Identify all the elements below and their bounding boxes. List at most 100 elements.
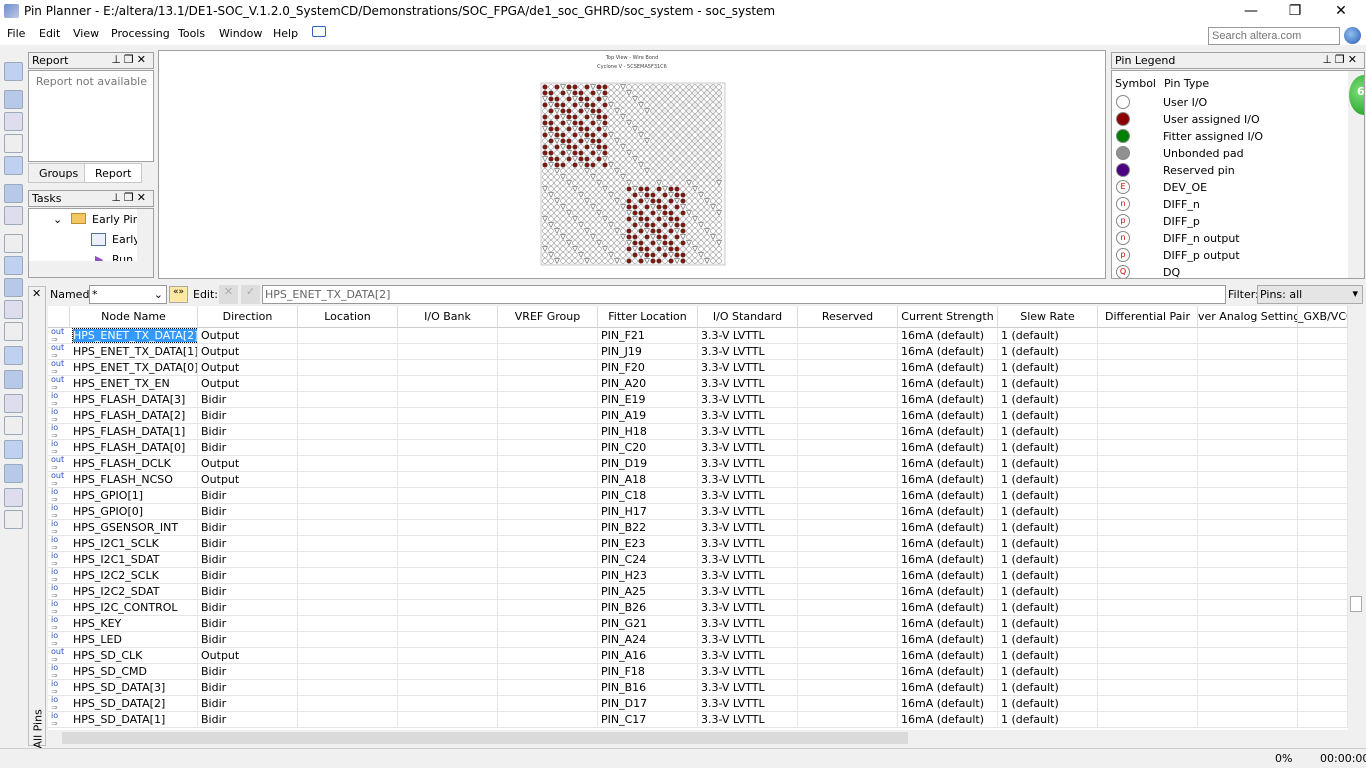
cell[interactable]: 16mA (default) — [898, 472, 998, 488]
cell[interactable] — [398, 424, 498, 440]
restore-button[interactable]: ❐ — [1272, 0, 1318, 23]
pin-mark[interactable] — [608, 108, 614, 114]
cell[interactable]: HPS_FLASH_DATA[0] — [70, 440, 198, 456]
toolbar-tool-icon[interactable] — [4, 440, 23, 459]
pin-mark[interactable] — [608, 198, 614, 204]
cell[interactable]: 3.3-V LVTTL — [698, 552, 798, 568]
cell[interactable] — [1098, 440, 1198, 456]
cell[interactable]: PIN_C24 — [598, 552, 698, 568]
pin-mark[interactable] — [674, 246, 680, 252]
pin-mark[interactable] — [704, 144, 710, 150]
pin-mark[interactable] — [596, 84, 602, 90]
cell[interactable]: PIN_J19 — [598, 344, 698, 360]
pin-mark[interactable] — [572, 108, 578, 114]
cell[interactable] — [1198, 344, 1298, 360]
cell[interactable] — [298, 536, 398, 552]
pin-mark[interactable] — [584, 246, 590, 252]
pin-mark[interactable] — [590, 222, 596, 228]
cell[interactable] — [298, 584, 398, 600]
pin-mark[interactable] — [668, 180, 674, 186]
pin-mark[interactable] — [584, 126, 590, 132]
cell[interactable] — [498, 328, 598, 344]
cell[interactable]: 1 (default) — [998, 616, 1098, 632]
pin-mark[interactable] — [656, 144, 662, 150]
pin-mark[interactable] — [668, 132, 674, 138]
pin-mark[interactable] — [602, 252, 608, 258]
cell[interactable]: Bidir — [198, 632, 298, 648]
pin-mark[interactable] — [584, 234, 590, 240]
cell[interactable] — [1098, 376, 1198, 392]
pin-mark[interactable] — [710, 126, 716, 132]
pin-mark[interactable] — [548, 108, 554, 114]
tasks-hscroll[interactable] — [29, 261, 153, 277]
pin-mark[interactable] — [632, 108, 638, 114]
pin-mark[interactable] — [692, 120, 698, 126]
pin-mark[interactable] — [650, 84, 656, 90]
cell[interactable] — [1198, 680, 1298, 696]
pin-mark[interactable] — [698, 84, 704, 90]
cell[interactable]: 16mA (default) — [898, 696, 998, 712]
toolbar-tool-icon[interactable] — [4, 62, 23, 81]
pin-mark[interactable] — [710, 108, 716, 114]
pin-mark[interactable] — [674, 234, 680, 240]
pin-mark[interactable] — [644, 186, 650, 192]
pin-mark[interactable] — [632, 210, 638, 216]
cell[interactable] — [398, 632, 498, 648]
pin-mark[interactable] — [620, 252, 626, 258]
pin-mark[interactable] — [560, 186, 566, 192]
pin-mark[interactable] — [686, 162, 692, 168]
pin-mark[interactable] — [620, 156, 626, 162]
cell[interactable] — [798, 552, 898, 568]
pin-mark[interactable] — [608, 174, 614, 180]
toolbar-tool-icon[interactable] — [4, 112, 23, 131]
pin-mark[interactable] — [638, 258, 644, 264]
panel-controls[interactable]: ⊥❐✕ — [111, 191, 149, 204]
pin-mark[interactable] — [686, 126, 692, 132]
cell[interactable] — [398, 472, 498, 488]
pin-mark[interactable] — [644, 162, 650, 168]
pin-mark[interactable] — [608, 156, 614, 162]
pin-mark[interactable] — [716, 246, 722, 252]
cell[interactable]: HPS_SD_DATA[1] — [70, 712, 198, 728]
pin-mark[interactable] — [608, 168, 614, 174]
pin-mark[interactable] — [572, 168, 578, 174]
cell[interactable] — [1298, 456, 1348, 472]
pin-mark[interactable] — [698, 96, 704, 102]
pin-mark[interactable] — [662, 240, 668, 246]
menu-file[interactable]: File — [7, 27, 25, 40]
cell[interactable]: PIN_B22 — [598, 520, 698, 536]
pin-mark[interactable] — [626, 192, 632, 198]
pin-mark[interactable] — [692, 84, 698, 90]
cell[interactable] — [1198, 520, 1298, 536]
pin-mark[interactable] — [710, 96, 716, 102]
pin-mark[interactable] — [614, 246, 620, 252]
pin-mark[interactable] — [620, 246, 626, 252]
pin-mark[interactable] — [692, 204, 698, 210]
pin-mark[interactable] — [548, 246, 554, 252]
pin-mark[interactable] — [620, 240, 626, 246]
cell[interactable] — [1298, 360, 1348, 376]
table-row[interactable]: io ⇒ HPS_GSENSOR_INT Bidir PIN_B22 3.3-V LVTT… — [48, 520, 1348, 536]
pin-mark[interactable] — [632, 192, 638, 198]
cell[interactable]: PIN_E19 — [598, 392, 698, 408]
table-row[interactable]: io ⇒ HPS_GPIO[0] Bidir PIN_H17 3.3-V LVTTL 16m… — [48, 504, 1348, 520]
pin-mark[interactable] — [554, 216, 560, 222]
cell[interactable] — [798, 344, 898, 360]
cell[interactable]: Bidir — [198, 552, 298, 568]
pin-mark[interactable] — [578, 210, 584, 216]
pin-mark[interactable] — [656, 108, 662, 114]
pin-mark[interactable] — [692, 138, 698, 144]
pin-mark[interactable] — [554, 126, 560, 132]
cell[interactable] — [798, 440, 898, 456]
pin-mark[interactable] — [662, 192, 668, 198]
pin-mark[interactable] — [716, 120, 722, 126]
cell[interactable]: 3.3-V LVTTL — [698, 712, 798, 728]
toolbar-tool-icon[interactable] — [4, 156, 23, 175]
cell[interactable]: HPS_I2C_CONTROL — [70, 600, 198, 616]
cell[interactable] — [398, 584, 498, 600]
pin-mark[interactable] — [632, 258, 638, 264]
cell[interactable] — [398, 328, 498, 344]
cell[interactable]: 3.3-V LVTTL — [698, 472, 798, 488]
pin-mark[interactable] — [554, 102, 560, 108]
pin-mark[interactable] — [650, 222, 656, 228]
